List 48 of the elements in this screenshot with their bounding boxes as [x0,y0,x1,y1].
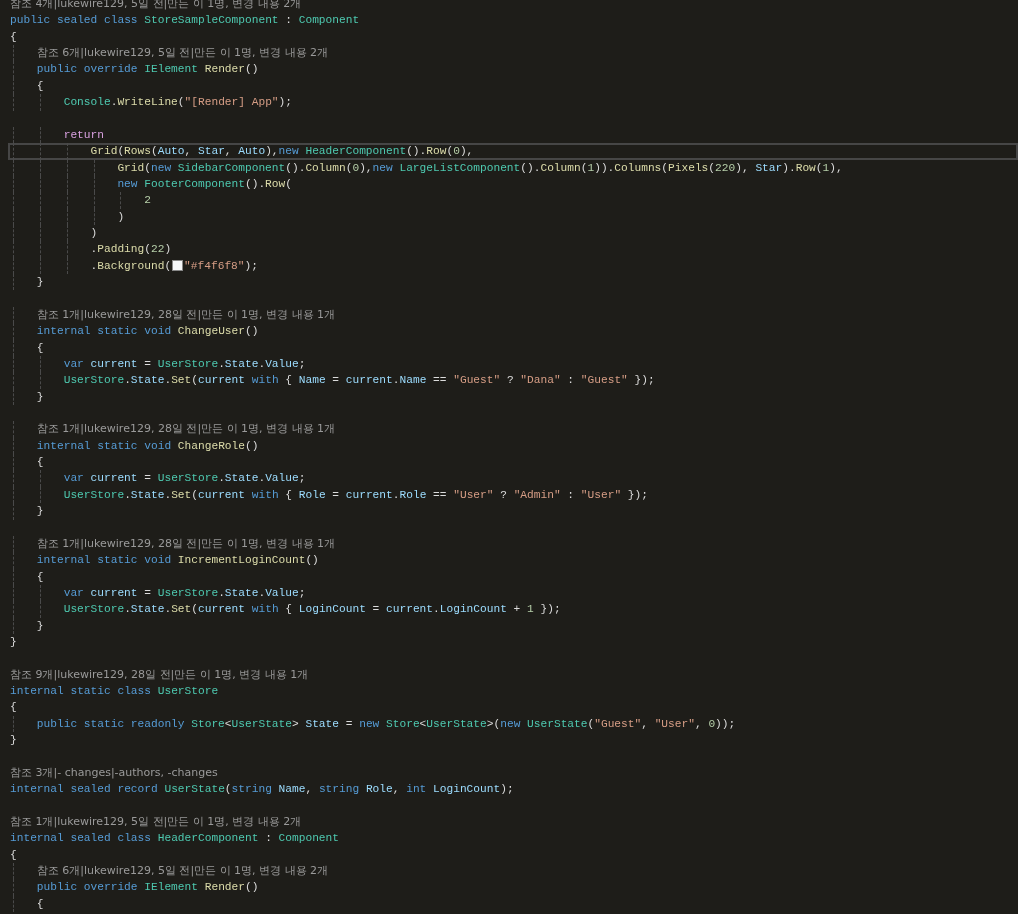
code-line: internal sealed class HeaderComponent : Component [10,831,339,847]
codelens-text[interactable]: 참조 6개|lukewire129, 5일 전|만든 이 1명, 변경 내용 2개 [36,45,329,62]
code-line: .Background( "#f4f6f8"); [10,257,258,275]
code-line: { [10,339,44,356]
code-line: } [10,733,17,749]
code-line: { [10,77,44,95]
codelens-text[interactable]: 참조 1개|lukewire129, 28일 전|만든 이 1명, 변경 내용 1개 [36,306,336,324]
code-line: } [10,635,17,650]
codelens-text[interactable]: 참조 1개|lukewire129, 28일 전|만든 이 1명, 변경 내용 1개 [36,421,336,438]
code-line: internal static void IncrementLoginCount() [10,552,319,569]
codelens-text[interactable]: 참조 6개|lukewire129, 5일 전|만든 이 1명, 변경 내용 2개 [36,863,329,880]
codelens-text[interactable]: 참조 1개|lukewire129, 5일 전|만든 이 1명, 변경 내용 2개 [10,813,302,831]
code-line: internal static void ChangeUser() [10,323,259,340]
code-line: { [10,700,17,716]
code-line: { [10,847,17,863]
code-line: { [10,895,44,913]
code-line: var current = UserStore.State.Value; [10,470,306,487]
code-line: 2 [10,192,151,209]
code-line: public override IElement Render() [10,879,259,896]
code-line: { [10,29,17,45]
code-line: Grid(new SidebarComponent().Column(0),new LargeListComponent().Column(1)).Columns(Pixels(220), Star).Row(1), [10,159,843,176]
codelens-text[interactable]: 참조 3개|- changes|-authors, -changes [10,764,218,782]
code-line: var current = UserStore.State.Value; [10,355,306,373]
code-line: UserStore.State.Set(current with { LoginCount = current.LoginCount + 1 }); [10,601,561,618]
code-line: ) [10,225,98,242]
code-line: } [10,274,44,291]
code-line: public static readonly Store<UserState> State = new Store<UserState>(new UserState("Guest", "User", 0)); [10,715,736,733]
code-line: public sealed class StoreSampleComponent : Component [10,13,360,29]
code-line: { [10,568,44,585]
code-line: UserStore.State.Set(current with { Role = current.Role == "User" ? "Admin" : "User" }); [10,486,648,504]
code-line: { [10,454,44,471]
codelens-text[interactable]: 참조 1개|lukewire129, 28일 전|만든 이 1명, 변경 내용 1개 [36,535,336,553]
code-line: } [10,617,44,634]
code-line: Console.WriteLine("[Render] App"); [10,94,292,111]
color-swatch-icon[interactable] [172,260,184,272]
code-line: UserStore.State.Set(current with { Name = current.Name == "Guest" ? "Dana" : "Guest" }); [10,372,655,389]
code-line: return [10,126,104,144]
code-line: .Padding(22) [10,241,172,258]
code-line: ) [10,208,125,226]
code-line: internal static void ChangeRole() [10,437,259,455]
code-line: new FooterComponent().Row( [10,175,292,193]
codelens-text[interactable]: 참조 9개|lukewire129, 28일 전|만든 이 1명, 변경 내용 1개 [10,666,309,684]
code-line: } [10,388,44,405]
code-line: internal sealed record UserState(string Name, string Role, int LoginCount); [10,782,514,798]
code-line: var current = UserStore.State.Value; [10,584,306,602]
code-line: public override IElement Render() [10,61,259,78]
code-line: } [10,503,44,520]
code-line: internal static class UserStore [10,684,219,700]
